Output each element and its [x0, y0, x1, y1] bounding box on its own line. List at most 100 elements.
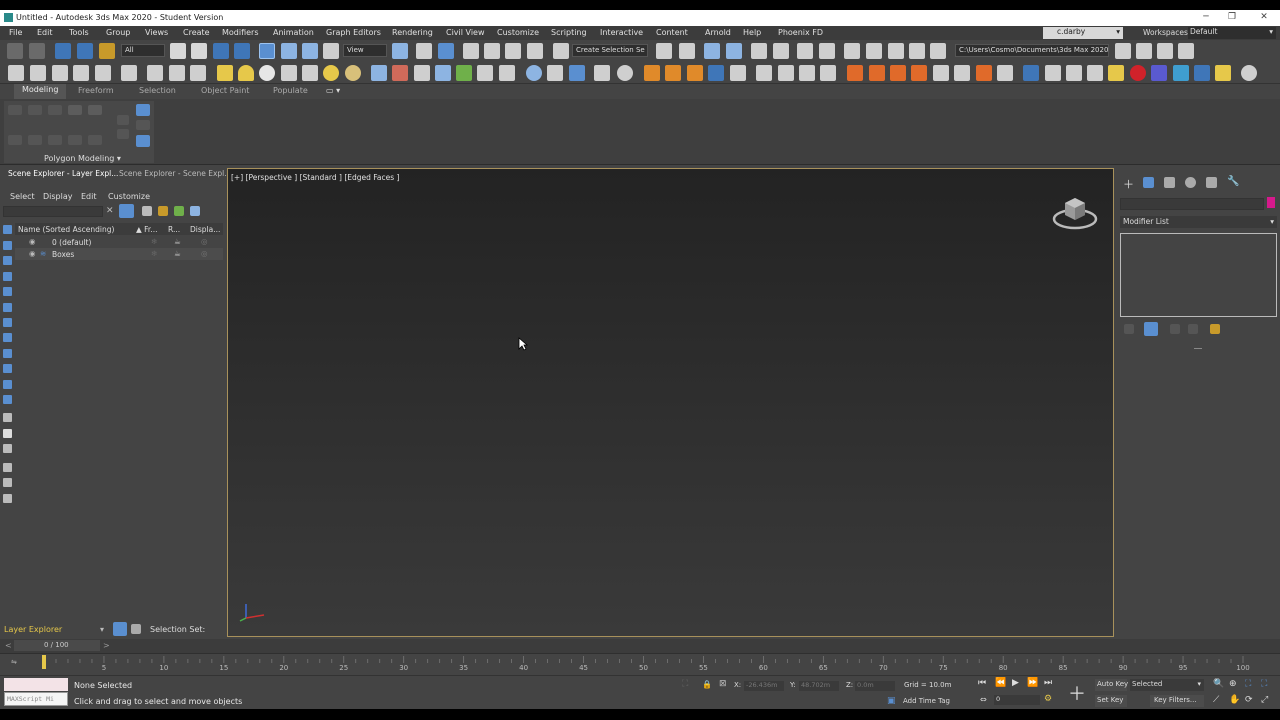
- current-frame-marker[interactable]: [42, 655, 46, 669]
- phoenix-globe-icon[interactable]: [1173, 65, 1189, 81]
- phoenix-shader-icon[interactable]: [1151, 65, 1167, 81]
- display-bones-icon[interactable]: [3, 364, 12, 373]
- show-cage-icon[interactable]: [88, 135, 102, 145]
- material-sphere-icon[interactable]: [526, 65, 542, 81]
- layer-explorer-label[interactable]: Layer Explorer: [4, 625, 62, 634]
- explorer-menu-edit[interactable]: Edit: [81, 192, 97, 201]
- isolate-selection-icon[interactable]: ⛶: [682, 679, 688, 689]
- select-none-icon[interactable]: [3, 429, 12, 438]
- tab-scene-explorer[interactable]: Scene Explorer - Scene Expl...: [119, 169, 231, 178]
- align-icon[interactable]: [679, 43, 695, 59]
- display-lights-icon[interactable]: [3, 272, 12, 281]
- selection-set-icon[interactable]: [131, 624, 141, 634]
- phoenix-wind-icon[interactable]: [954, 65, 970, 81]
- menu-modifiers[interactable]: Modifiers: [222, 28, 259, 37]
- batch-render-icon[interactable]: [594, 65, 610, 81]
- create-helper-icon[interactable]: [95, 65, 111, 81]
- mirror-icon[interactable]: [656, 43, 672, 59]
- schematic-view-icon[interactable]: [797, 43, 813, 59]
- link-icon[interactable]: [55, 43, 71, 59]
- help-circle-icon[interactable]: [617, 65, 633, 81]
- display-helpers-icon[interactable]: [3, 303, 12, 312]
- cone-primitive-icon[interactable]: [238, 65, 254, 81]
- utilities-wrench-icon[interactable]: 🔧: [1227, 176, 1239, 187]
- arnold-light-icon[interactable]: [687, 65, 703, 81]
- phoenix-liquid-icon[interactable]: [869, 65, 885, 81]
- key-selection-dropdown[interactable]: Selected ▾: [1130, 679, 1204, 691]
- configure-icon[interactable]: [3, 494, 12, 503]
- tab-layer-explorer[interactable]: Scene Explorer - Layer Expl...: [8, 169, 118, 178]
- set-key-large-icon[interactable]: ＋: [1068, 680, 1086, 706]
- column-frozen[interactable]: ▲ Fr...: [136, 225, 157, 234]
- freeze-icon[interactable]: ❄: [151, 249, 157, 258]
- select-and-rotate-icon[interactable]: [281, 43, 297, 59]
- maxscript-mini-listener[interactable]: MAXScript Mi: [4, 692, 68, 706]
- collapse-stack-icon[interactable]: [48, 135, 62, 145]
- window-crossing-icon[interactable]: [234, 43, 250, 59]
- time-tag-icon[interactable]: ▣: [887, 696, 896, 706]
- current-frame-field[interactable]: 0: [994, 695, 1040, 705]
- select-object-icon[interactable]: [170, 43, 186, 59]
- freeze-icon[interactable]: ❄: [151, 237, 157, 246]
- perspective-viewport[interactable]: [+] [Perspective ] [Standard ] [Edged Fa…: [227, 168, 1114, 637]
- object-name-input[interactable]: [1120, 198, 1264, 210]
- display-shapes-icon[interactable]: [3, 256, 12, 265]
- workspace-dropdown[interactable]: Default ▾: [1188, 27, 1276, 39]
- zoom-extents-icon[interactable]: ⛶: [1245, 679, 1251, 689]
- orbit-icon[interactable]: ⟳: [1245, 695, 1253, 705]
- absolute-mode-icon[interactable]: ⊠: [719, 679, 727, 689]
- layer-row[interactable]: ◉ ≋ Boxes ❄ ☕ ◎: [15, 248, 223, 260]
- tab-object-paint[interactable]: Object Paint: [201, 86, 249, 95]
- ribbon-options-icon[interactable]: ▭ ▾: [326, 86, 340, 95]
- menu-arnold[interactable]: Arnold: [705, 28, 731, 37]
- space-warp-icon[interactable]: [121, 65, 137, 81]
- material-editor-icon[interactable]: [819, 43, 835, 59]
- menu-tools[interactable]: Tools: [69, 28, 89, 37]
- toggle-scene-explorer-icon[interactable]: [704, 43, 720, 59]
- tab-freeform[interactable]: Freeform: [78, 86, 114, 95]
- selection-filter-dropdown[interactable]: All: [121, 44, 165, 57]
- menu-edit[interactable]: Edit: [37, 28, 53, 37]
- play-simulation-icon[interactable]: [756, 65, 772, 81]
- display-geometry-icon[interactable]: [3, 241, 12, 250]
- x-coordinate-field[interactable]: -26.436m: [744, 681, 784, 691]
- time-slider-next-icon[interactable]: >: [103, 641, 110, 650]
- pause-simulation-icon[interactable]: [778, 65, 794, 81]
- keyboard-shortcut-override-icon[interactable]: [438, 43, 454, 59]
- column-render[interactable]: R...: [168, 225, 180, 234]
- create-geometry-icon[interactable]: [8, 65, 24, 81]
- menu-file[interactable]: File: [9, 28, 22, 37]
- layer-row[interactable]: ◉ 0 (default) ❄ ☕ ◎: [15, 236, 223, 248]
- systems-icon[interactable]: [147, 65, 163, 81]
- select-and-scale-icon[interactable]: [302, 43, 318, 59]
- polygon-modeling-label[interactable]: Polygon Modeling ▾: [44, 154, 121, 163]
- previous-frame-icon[interactable]: ⏪: [995, 678, 1006, 688]
- phoenix-ocean-icon[interactable]: [997, 65, 1013, 81]
- select-all-icon[interactable]: [3, 413, 12, 422]
- add-time-tag-button[interactable]: Add Time Tag: [903, 697, 950, 705]
- select-by-name-icon[interactable]: [191, 43, 207, 59]
- snaps-toggle-icon[interactable]: [463, 43, 479, 59]
- ignore-backfacing-icon[interactable]: [136, 120, 150, 130]
- key-mode-icon[interactable]: ⇋: [11, 658, 17, 666]
- menu-help[interactable]: Help: [743, 28, 761, 37]
- modify-mode-icon[interactable]: [8, 135, 22, 145]
- menu-customize[interactable]: Customize: [497, 28, 539, 37]
- phoenix-source-icon[interactable]: [911, 65, 927, 81]
- explorer-search-input[interactable]: [3, 206, 103, 217]
- go-to-end-icon[interactable]: ⏭: [1044, 678, 1052, 688]
- select-invert-icon[interactable]: [3, 444, 12, 453]
- display-groups-icon[interactable]: [3, 333, 12, 342]
- grid-helper-icon[interactable]: [371, 65, 387, 81]
- phoenix-fire-icon[interactable]: [847, 65, 863, 81]
- display-cameras-icon[interactable]: [3, 287, 12, 296]
- curve-editor-icon[interactable]: [773, 43, 789, 59]
- compound-icon[interactable]: [190, 65, 206, 81]
- z-coordinate-field[interactable]: 0.0m: [855, 681, 895, 691]
- reference-coordinate-dropdown[interactable]: View: [343, 44, 387, 57]
- viewport-label-menu[interactable]: [+] [Perspective ] [Standard ] [Edged Fa…: [231, 173, 399, 182]
- menu-scripting[interactable]: Scripting: [551, 28, 587, 37]
- field-of-view-icon[interactable]: ⟋: [1213, 695, 1219, 705]
- angle-snap-icon[interactable]: [484, 43, 500, 59]
- phoenix-boat-icon[interactable]: [1194, 65, 1210, 81]
